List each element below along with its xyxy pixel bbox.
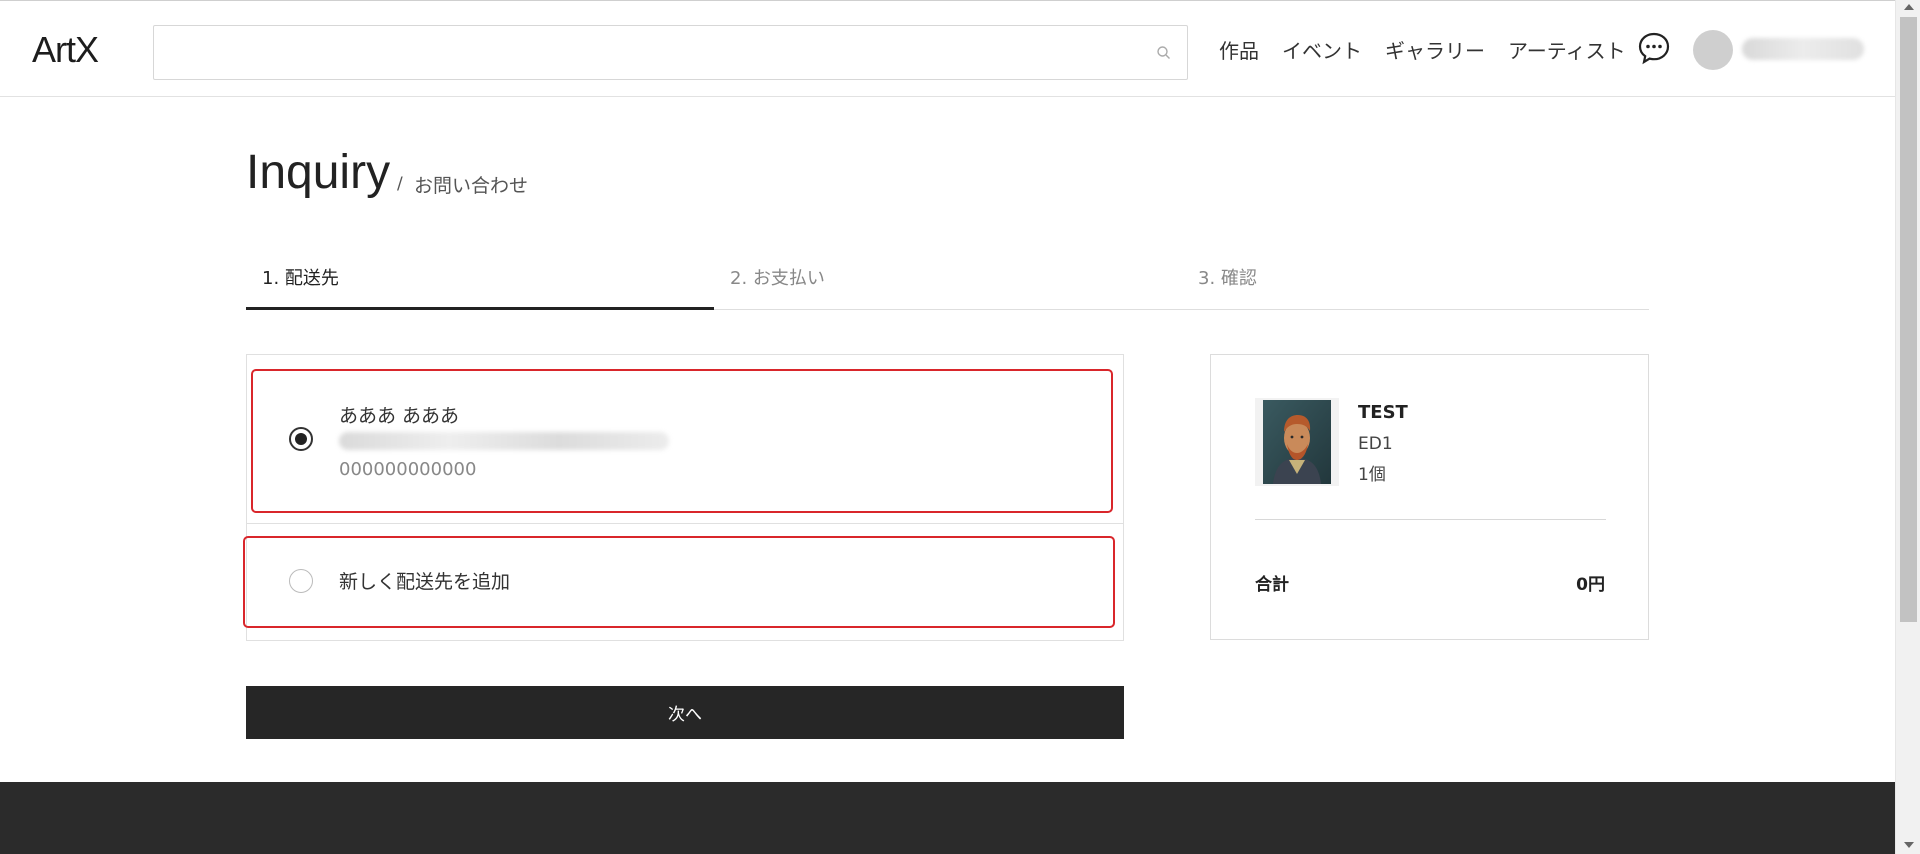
- artx-logo[interactable]: ArtX: [32, 29, 99, 70]
- address-option-existing[interactable]: あああ あああ 000000000000: [247, 355, 1123, 524]
- search-icon[interactable]: [1155, 44, 1173, 62]
- divider: [1255, 519, 1606, 520]
- item-title: TEST: [1358, 402, 1408, 423]
- address-option-add-new[interactable]: 新しく配送先を追加: [243, 524, 1123, 640]
- artwork-image: [1263, 400, 1331, 484]
- scroll-up-arrow-icon[interactable]: [1904, 4, 1914, 10]
- order-summary: TEST ED1 1個 合計 0円: [1210, 354, 1649, 640]
- nav-item-works[interactable]: 作品: [1219, 35, 1259, 64]
- step-confirm[interactable]: 3. 確認: [1198, 264, 1257, 290]
- logo-text: ArtX: [32, 29, 99, 70]
- site-header: ArtX 作品 イベント ギャラリー アーティスト: [0, 0, 1895, 97]
- title-separator: /: [397, 174, 403, 194]
- artwork-thumbnail[interactable]: [1255, 398, 1339, 486]
- site-footer: [0, 782, 1895, 854]
- page-subtitle: お問い合わせ: [414, 175, 529, 197]
- radio-unselected[interactable]: [289, 569, 313, 593]
- step-shipping[interactable]: 1. 配送先: [262, 264, 339, 290]
- step-payment[interactable]: 2. お支払い: [730, 264, 825, 290]
- next-button[interactable]: 次へ: [246, 686, 1124, 739]
- nav-item-artists[interactable]: アーティスト: [1508, 35, 1626, 64]
- nav-item-events[interactable]: イベント: [1282, 35, 1362, 64]
- user-name-blurred[interactable]: [1742, 38, 1864, 60]
- scroll-down-arrow-icon[interactable]: [1904, 842, 1914, 848]
- active-step-indicator: [246, 307, 714, 310]
- shipping-address-list: あああ あああ 000000000000 新しく配送先を追加: [243, 354, 1124, 641]
- search-input[interactable]: [153, 25, 1188, 80]
- address-name: あああ あああ: [339, 405, 460, 427]
- nav-item-galleries[interactable]: ギャラリー: [1385, 35, 1485, 64]
- vertical-scrollbar[interactable]: [1895, 0, 1920, 854]
- address-detail-blurred: [339, 432, 669, 450]
- main-nav: 作品 イベント ギャラリー アーティスト: [1219, 35, 1649, 64]
- chat-bubble-icon[interactable]: [1637, 31, 1671, 65]
- item-quantity: 1個: [1358, 465, 1386, 485]
- page-title: Inquiry: [246, 146, 391, 199]
- total-label: 合計: [1255, 575, 1289, 595]
- checkout-steps: 1. 配送先 2. お支払い 3. 確認: [246, 256, 1649, 310]
- scrollbar-thumb[interactable]: [1900, 17, 1917, 622]
- user-avatar[interactable]: [1693, 30, 1733, 70]
- item-edition: ED1: [1358, 434, 1393, 454]
- add-new-address-label: 新しく配送先を追加: [339, 571, 511, 593]
- total-value: 0円: [1576, 575, 1605, 595]
- radio-selected[interactable]: [289, 427, 313, 451]
- address-phone: 000000000000: [339, 459, 477, 480]
